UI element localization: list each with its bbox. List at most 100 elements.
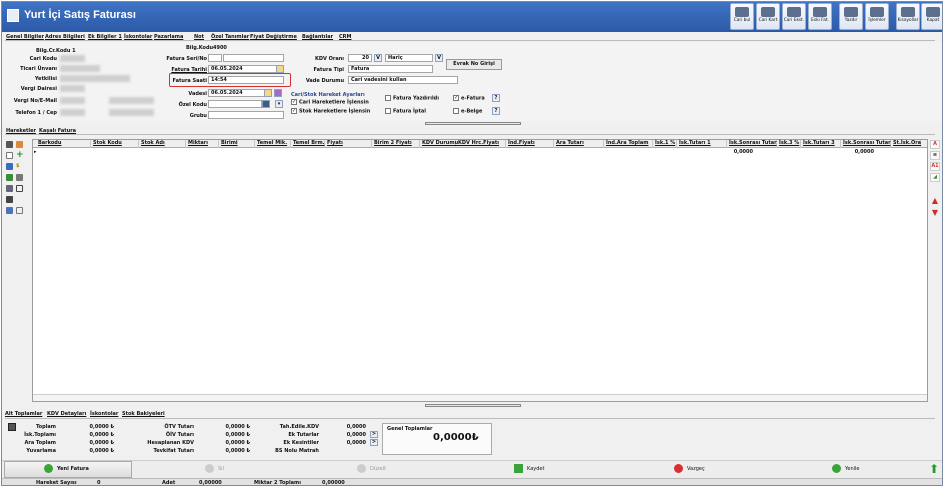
efatura-checkbox[interactable]: ✓ e-Fatura	[453, 95, 485, 102]
barcode-icon[interactable]	[6, 196, 13, 203]
fatura-tipi-select[interactable]: Fatura	[348, 65, 433, 73]
column-header[interactable]: Stok Adı	[139, 140, 186, 148]
vadesi-input[interactable]: 06.05.2024	[208, 89, 270, 97]
toolbar-button[interactable]: Cari Kart	[756, 3, 780, 30]
grubu-select[interactable]	[208, 111, 284, 119]
column-header[interactable]: Barkodu	[36, 140, 91, 148]
cari-hareket-checkbox[interactable]: ✓ Cari Hareketlere İşlensin	[291, 99, 369, 106]
document-icon[interactable]	[16, 207, 23, 214]
dollar-icon[interactable]: $	[16, 163, 23, 170]
filter-icon[interactable]: ≡	[930, 151, 940, 160]
tab-item[interactable]: İskontolar	[124, 34, 152, 40]
tab-item[interactable]: Pazarlama	[154, 34, 183, 40]
tab-item[interactable]: Özel Tanımlar	[211, 34, 249, 40]
refresh-button[interactable]: Yenile	[832, 462, 860, 477]
grid-tab[interactable]: Hareketler	[6, 128, 36, 134]
toolbar-button[interactable]: Cari bul	[730, 3, 754, 30]
calendar-icon[interactable]	[276, 65, 284, 73]
ozel-kodu-input[interactable]	[208, 100, 262, 108]
bottom-tab[interactable]: KDV Detayları	[47, 411, 86, 417]
sort-icon[interactable]: A1	[930, 162, 940, 171]
column-header[interactable]: İsk.3 %	[777, 140, 801, 148]
tab-item[interactable]: Not	[194, 34, 204, 40]
gear-icon[interactable]	[6, 141, 13, 148]
toolbar-button[interactable]: İşlemler	[865, 3, 889, 30]
fatura-no-input[interactable]	[223, 54, 284, 62]
new-document-icon[interactable]	[6, 152, 13, 159]
tab-item[interactable]: Genel Bilgiler	[6, 34, 44, 40]
move-up-icon[interactable]: ▲	[930, 197, 940, 206]
stamp-icon[interactable]	[16, 141, 23, 148]
vade-durumu-select[interactable]: Cari vadesini kullan	[348, 76, 458, 84]
chevron-down-icon[interactable]: ▾	[275, 100, 283, 108]
arrow-up-icon[interactable]: ⬆	[929, 462, 939, 477]
tab-item[interactable]: Fiyat Değiştirme	[250, 34, 297, 40]
kdv-haric-select[interactable]: Hariç	[385, 54, 433, 62]
column-header[interactable]: İnd.Fiyatı	[506, 140, 554, 148]
save-button[interactable]: Kaydet	[514, 462, 544, 477]
new-invoice-button[interactable]: Yeni Fatura	[44, 462, 89, 477]
horizontal-scrollbar[interactable]	[33, 394, 927, 401]
import-icon[interactable]	[6, 174, 13, 181]
help-icon[interactable]: ?	[492, 94, 500, 102]
expand-button[interactable]: >	[370, 431, 378, 438]
bottom-tab[interactable]: Stok Bakiyeleri	[122, 411, 165, 417]
toolbar-button[interactable]: Kısayollar	[896, 3, 920, 30]
column-header[interactable]: İsk.Tutarı 3	[801, 140, 841, 148]
column-header[interactable]: Birim 2 Fiyatı	[372, 140, 420, 148]
lookup-icon[interactable]	[262, 100, 270, 108]
toolbar-button[interactable]: Eski Fat.	[808, 3, 832, 30]
fatura-seri-input[interactable]	[208, 54, 222, 62]
ebelge-checkbox[interactable]: e-Belge	[453, 108, 482, 115]
evrak-no-button[interactable]: Evrak No Girişi	[446, 59, 502, 70]
column-header[interactable]: Ara Tutarı	[554, 140, 604, 148]
isk-tutari-1-cell[interactable]: 0,0000	[703, 149, 753, 155]
export-icon[interactable]: ◢	[930, 173, 940, 182]
bottom-tab[interactable]: İskontolar	[90, 411, 118, 417]
edit-button[interactable]: Düzelt	[357, 462, 386, 477]
link-icon[interactable]	[16, 174, 23, 181]
column-header[interactable]: Temel Mik.	[255, 140, 291, 148]
column-header[interactable]: İsk.Tutarı 1	[677, 140, 727, 148]
cancel-button[interactable]: Vazgeç	[674, 462, 705, 477]
chevron-down-icon[interactable]: V	[435, 54, 443, 62]
column-header[interactable]: İnd.Ara Toplam	[604, 140, 653, 148]
fatura-iptal-checkbox[interactable]: Fatura İptal	[385, 108, 426, 115]
fatura-tarihi-input[interactable]: 06.05.2024	[208, 65, 284, 73]
add-icon[interactable]: +	[16, 151, 24, 160]
move-down-icon[interactable]: ▼	[930, 209, 940, 218]
column-header[interactable]: Stok Kodu	[91, 140, 139, 148]
column-header[interactable]: Fiyatı	[325, 140, 372, 148]
tab-item[interactable]: CRM	[339, 34, 352, 40]
items-grid[interactable]: Barkodu Stok Kodu Stok Adı Miktarı Birimi Tem…	[32, 139, 928, 402]
column-header[interactable]: İsk.Sonrası Tutar	[727, 140, 777, 148]
column-header[interactable]: Miktarı	[186, 140, 219, 148]
column-header[interactable]: İsk.Sonrası Tutar	[841, 140, 891, 148]
toolbar-button[interactable]: Yazdır	[839, 3, 863, 30]
column-header[interactable]: Birimi	[219, 140, 255, 148]
expand-button[interactable]: >	[370, 439, 378, 446]
bottom-tab[interactable]: Alt Toplamlar	[5, 411, 42, 417]
column-header[interactable]: Temel Brm.	[291, 140, 325, 148]
column-header[interactable]: St.İsk.Ora	[891, 140, 921, 148]
column-header[interactable]: KDV Hrc.Fiyatı	[456, 140, 506, 148]
tab-item[interactable]: Ek Bilgiler 1	[88, 34, 122, 40]
column-header[interactable]: İsk.1 %	[653, 140, 677, 148]
font-icon[interactable]: A	[930, 140, 940, 149]
top-splitter[interactable]	[425, 122, 521, 125]
grid-tab[interactable]: Kaşalı Fatura	[39, 128, 76, 134]
fatura-yazdirildi-checkbox[interactable]: Fatura Yazdırıldı	[385, 95, 439, 102]
delete-button[interactable]: Sil	[205, 462, 224, 477]
copy-icon[interactable]	[6, 163, 13, 170]
column-header[interactable]: KDV Durumu	[420, 140, 458, 148]
toolbar-button[interactable]: Cari Ekst.	[782, 3, 806, 30]
calendar-icon[interactable]	[264, 89, 272, 97]
window-icon[interactable]	[16, 185, 23, 192]
tab-item[interactable]: Adres Bilgileri	[45, 34, 85, 40]
tab-item[interactable]: Bağlantılar	[302, 34, 333, 40]
fatura-saati-input[interactable]: 14:54	[208, 76, 284, 84]
help-icon[interactable]: ?	[492, 107, 500, 115]
binoculars-icon[interactable]	[6, 185, 13, 192]
toolbar-button[interactable]: Kapat	[921, 3, 942, 30]
chevron-down-icon[interactable]: V	[374, 54, 382, 62]
